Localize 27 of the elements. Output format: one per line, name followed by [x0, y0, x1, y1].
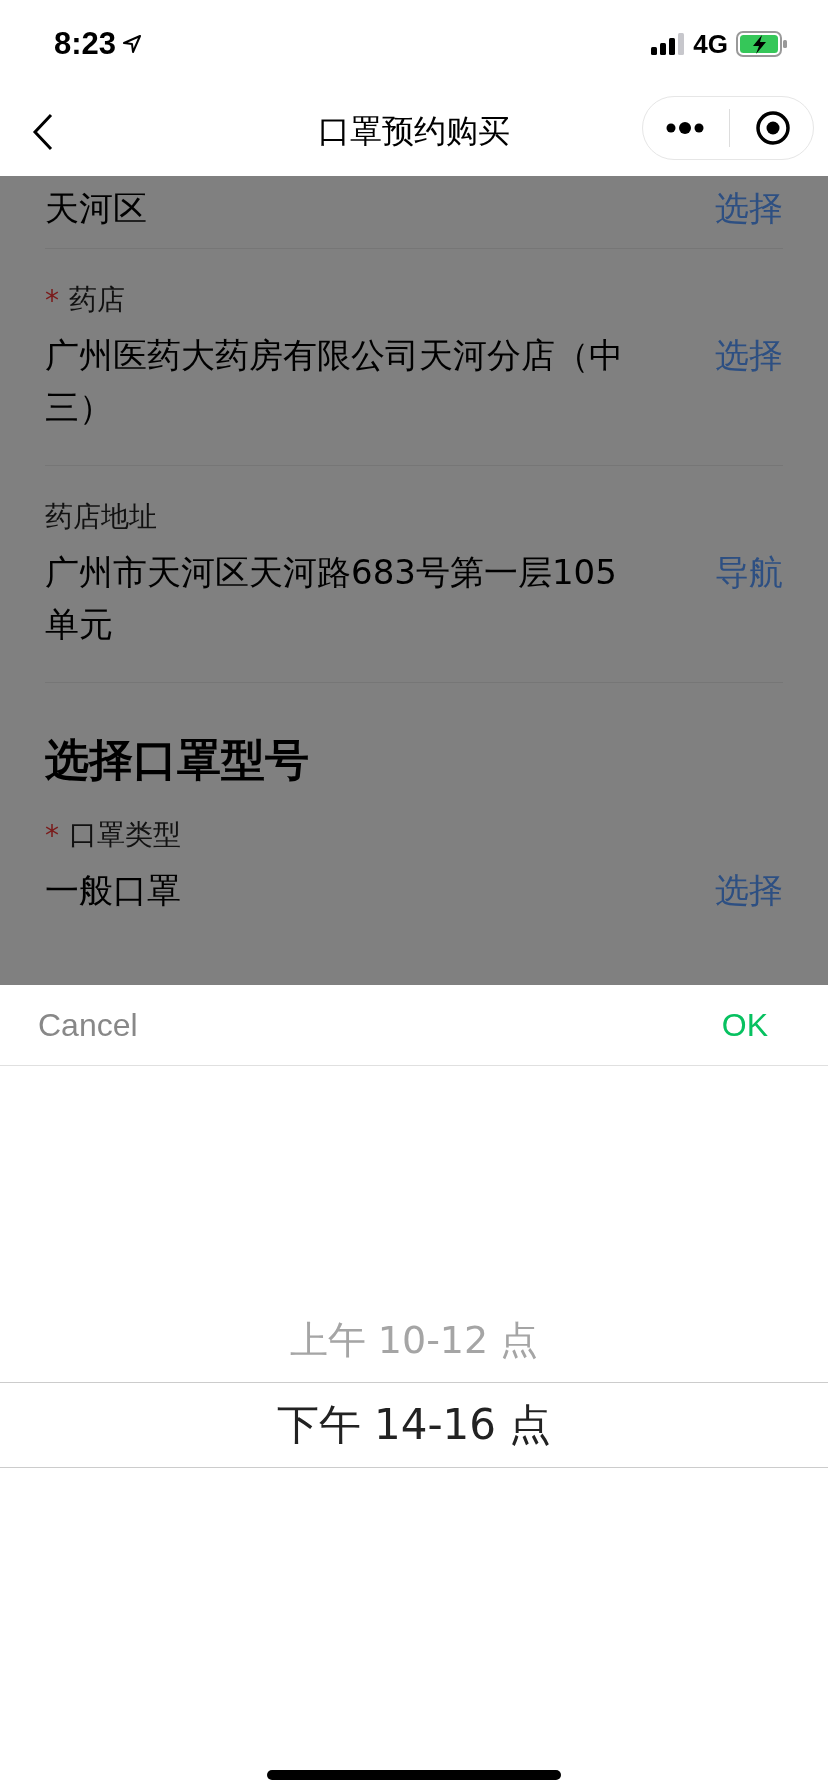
- more-icon[interactable]: [665, 121, 706, 135]
- network-label: 4G: [693, 28, 728, 60]
- back-icon[interactable]: [32, 113, 54, 151]
- field-label: 口罩类型: [69, 817, 181, 853]
- close-target-icon[interactable]: [754, 110, 791, 146]
- cancel-button[interactable]: Cancel: [38, 1006, 138, 1044]
- field-value: 天河区: [45, 187, 147, 230]
- field-label: 药店: [69, 282, 125, 318]
- picker-option[interactable]: 上午 10-12 点: [0, 1298, 828, 1382]
- signal-icon: [651, 33, 686, 55]
- required-asterisk: *: [45, 283, 59, 317]
- field-label: 药店地址: [45, 499, 157, 535]
- field-value: 一般口罩: [45, 869, 181, 912]
- ok-button[interactable]: OK: [721, 1006, 768, 1044]
- field-action-link[interactable]: 导航: [715, 546, 783, 598]
- field-action-link[interactable]: 选择: [715, 864, 783, 916]
- picker-option[interactable]: 下午 14-16 点: [0, 1382, 828, 1468]
- location-arrow-icon: [122, 34, 143, 54]
- field-value: 广州医药大药房有限公司天河分店（中三）: [45, 334, 624, 429]
- page-title: 口罩预约购买: [318, 111, 510, 152]
- field-value: 广州市天河区天河路683号第一层105单元: [45, 551, 618, 646]
- field-action-link[interactable]: 选择: [715, 329, 783, 381]
- field-action-link[interactable]: 选择: [715, 182, 783, 234]
- section-heading: 选择口罩型号: [45, 733, 310, 787]
- status-time: 8:23: [54, 26, 117, 62]
- required-asterisk: *: [45, 818, 59, 852]
- battery-charging-icon: [736, 31, 788, 57]
